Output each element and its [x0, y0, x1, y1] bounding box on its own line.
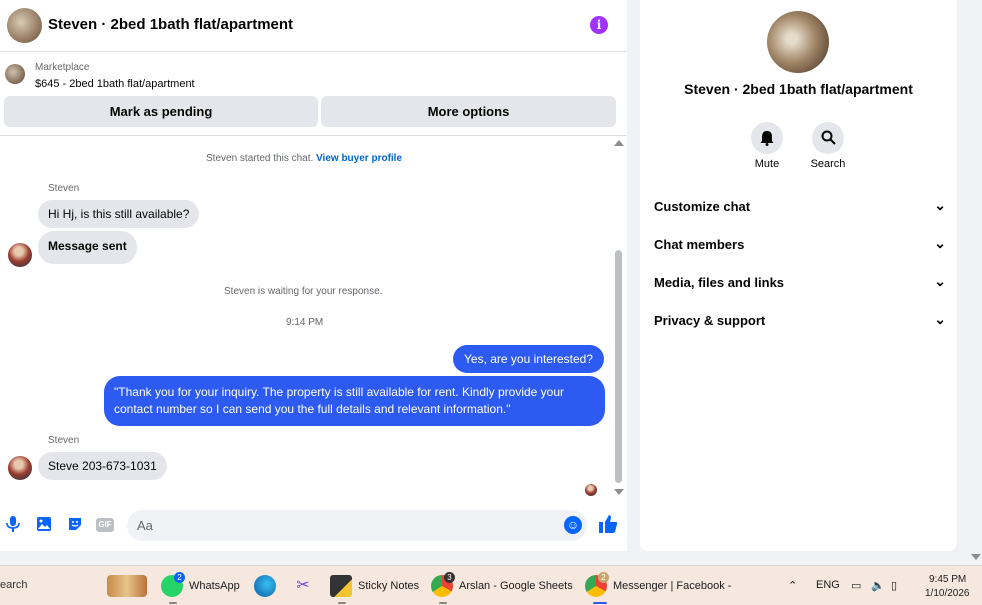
message-bubble-outgoing[interactable]: Yes, are you interested? — [453, 345, 604, 373]
listing-thumbnail[interactable] — [5, 64, 25, 84]
bell-icon — [760, 131, 774, 146]
language-indicator[interactable]: ENG — [816, 579, 840, 591]
battery-icon[interactable]: ▯ — [891, 579, 897, 592]
emoji-icon[interactable]: ☺ — [564, 516, 582, 534]
mute-button[interactable] — [751, 122, 783, 154]
message-timestamp: 9:14 PM — [286, 317, 324, 328]
scroll-up-arrow-icon[interactable] — [614, 140, 624, 146]
taskbar-snipping-tool[interactable]: ✂ — [292, 573, 316, 599]
sender-avatar[interactable] — [8, 243, 32, 267]
section-label: Chat members — [654, 237, 745, 252]
taskbar-chrome-messenger[interactable]: 2 Messenger | Facebook - — [585, 572, 735, 604]
chat-info-panel: Steven · 2bed 1bath flat/apartment Mute … — [640, 0, 957, 551]
app-label: WhatsApp — [189, 580, 240, 592]
scroll-down-arrow-icon[interactable] — [614, 489, 624, 495]
customize-chat-section[interactable]: Customize chat ⌄ — [654, 197, 946, 219]
clock-date[interactable]: 1/10/2026 — [925, 588, 970, 599]
scroll-thumb[interactable] — [615, 250, 622, 483]
notification-badge: 2 — [174, 572, 185, 583]
microphone-icon[interactable] — [4, 516, 22, 534]
app-label: Arslan - Google Sheets — [459, 580, 573, 592]
mark-pending-button[interactable]: Mark as pending — [4, 96, 318, 127]
scissors-icon: ✂ — [296, 577, 310, 594]
chat-members-section[interactable]: Chat members ⌄ — [654, 235, 946, 257]
section-label: Customize chat — [654, 199, 751, 214]
notification-badge: 3 — [444, 572, 455, 583]
message-bubble-incoming[interactable]: Message sent — [38, 231, 137, 264]
thumbs-up-icon[interactable] — [597, 514, 619, 536]
sticky-notes-icon — [330, 575, 352, 597]
chat-title[interactable]: Steven · 2bed 1bath flat/apartment — [48, 16, 293, 33]
running-indicator — [439, 602, 447, 604]
taskbar-sticky-notes[interactable]: Sticky Notes — [330, 573, 420, 604]
edge-browser-icon — [254, 575, 276, 597]
mute-label: Mute — [754, 158, 780, 170]
speaker-icon[interactable]: 🔈 — [871, 579, 885, 592]
media-files-links-section[interactable]: Media, files and links ⌄ — [654, 273, 946, 295]
taskbar-edge[interactable] — [254, 573, 278, 599]
page-scroll-down-arrow-icon[interactable] — [971, 554, 981, 560]
listing-title[interactable]: $645 - 2bed 1bath flat/apartment — [35, 78, 195, 90]
profile-avatar[interactable] — [767, 11, 829, 73]
chat-header: Steven · 2bed 1bath flat/apartment i — [0, 0, 627, 52]
sender-name: Steven — [48, 183, 80, 194]
chevron-down-icon: ⌄ — [934, 273, 946, 289]
running-indicator — [338, 602, 346, 604]
section-label: Privacy & support — [654, 313, 766, 328]
chevron-up-icon[interactable]: ⌃ — [788, 579, 797, 592]
chat-started-notice: Steven started this chat. View buyer pro… — [206, 153, 402, 164]
waiting-notice: Steven is waiting for your response. — [224, 286, 383, 297]
notification-badge: 2 — [598, 572, 609, 583]
search-label: Search — [810, 158, 846, 170]
active-indicator — [593, 602, 607, 604]
photo-icon[interactable] — [35, 516, 53, 534]
taskbar-chrome-sheets[interactable]: 3 Arslan - Google Sheets — [431, 572, 573, 604]
message-bubble-incoming[interactable]: Hi Hj, is this still available? — [38, 200, 200, 228]
chat-panel: Steven · 2bed 1bath flat/apartment i Mar… — [0, 0, 627, 551]
privacy-support-section[interactable]: Privacy & support ⌄ — [654, 311, 946, 333]
chat-avatar[interactable] — [7, 8, 42, 43]
chevron-down-icon: ⌄ — [934, 197, 946, 213]
message-input[interactable] — [127, 510, 587, 541]
seen-indicator-avatar — [585, 484, 597, 496]
info-icon[interactable]: i — [590, 16, 608, 34]
search-button[interactable] — [812, 122, 844, 154]
app-label: Messenger | Facebook - — [613, 580, 732, 592]
running-indicator — [169, 602, 177, 604]
monitor-icon[interactable]: ▭ — [851, 579, 861, 592]
taskbar-whatsapp[interactable]: 2 WhatsApp — [161, 572, 241, 604]
taskbar: earch 2 WhatsApp ✂ Sticky Notes 3 Arslan… — [0, 565, 982, 605]
clock-time[interactable]: 9:45 PM — [929, 574, 966, 585]
marketplace-label: Marketplace — [35, 62, 90, 73]
chat-started-text: Steven started this chat. — [206, 153, 314, 164]
sender-name: Steven — [48, 435, 80, 446]
taskbar-search[interactable]: earch — [0, 579, 28, 591]
chevron-down-icon: ⌄ — [934, 235, 946, 251]
view-buyer-profile-link[interactable]: View buyer profile — [316, 153, 402, 164]
info-panel-title[interactable]: Steven · 2bed 1bath flat/apartment — [640, 81, 957, 97]
gif-icon[interactable]: GIF — [96, 518, 114, 532]
message-bubble-outgoing[interactable]: "Thank you for your inquiry. The propert… — [104, 376, 605, 426]
more-options-button[interactable]: More options — [321, 96, 616, 127]
chevron-down-icon: ⌄ — [934, 311, 946, 327]
search-icon — [821, 130, 836, 145]
sender-avatar[interactable] — [8, 456, 32, 480]
search-highlight-widget[interactable] — [107, 575, 147, 597]
section-label: Media, files and links — [654, 275, 785, 290]
divider — [0, 135, 627, 136]
message-bubble-incoming[interactable]: Steve 203-673-1031 — [38, 452, 167, 480]
app-label: Sticky Notes — [358, 580, 420, 592]
sticker-icon[interactable] — [66, 516, 84, 534]
